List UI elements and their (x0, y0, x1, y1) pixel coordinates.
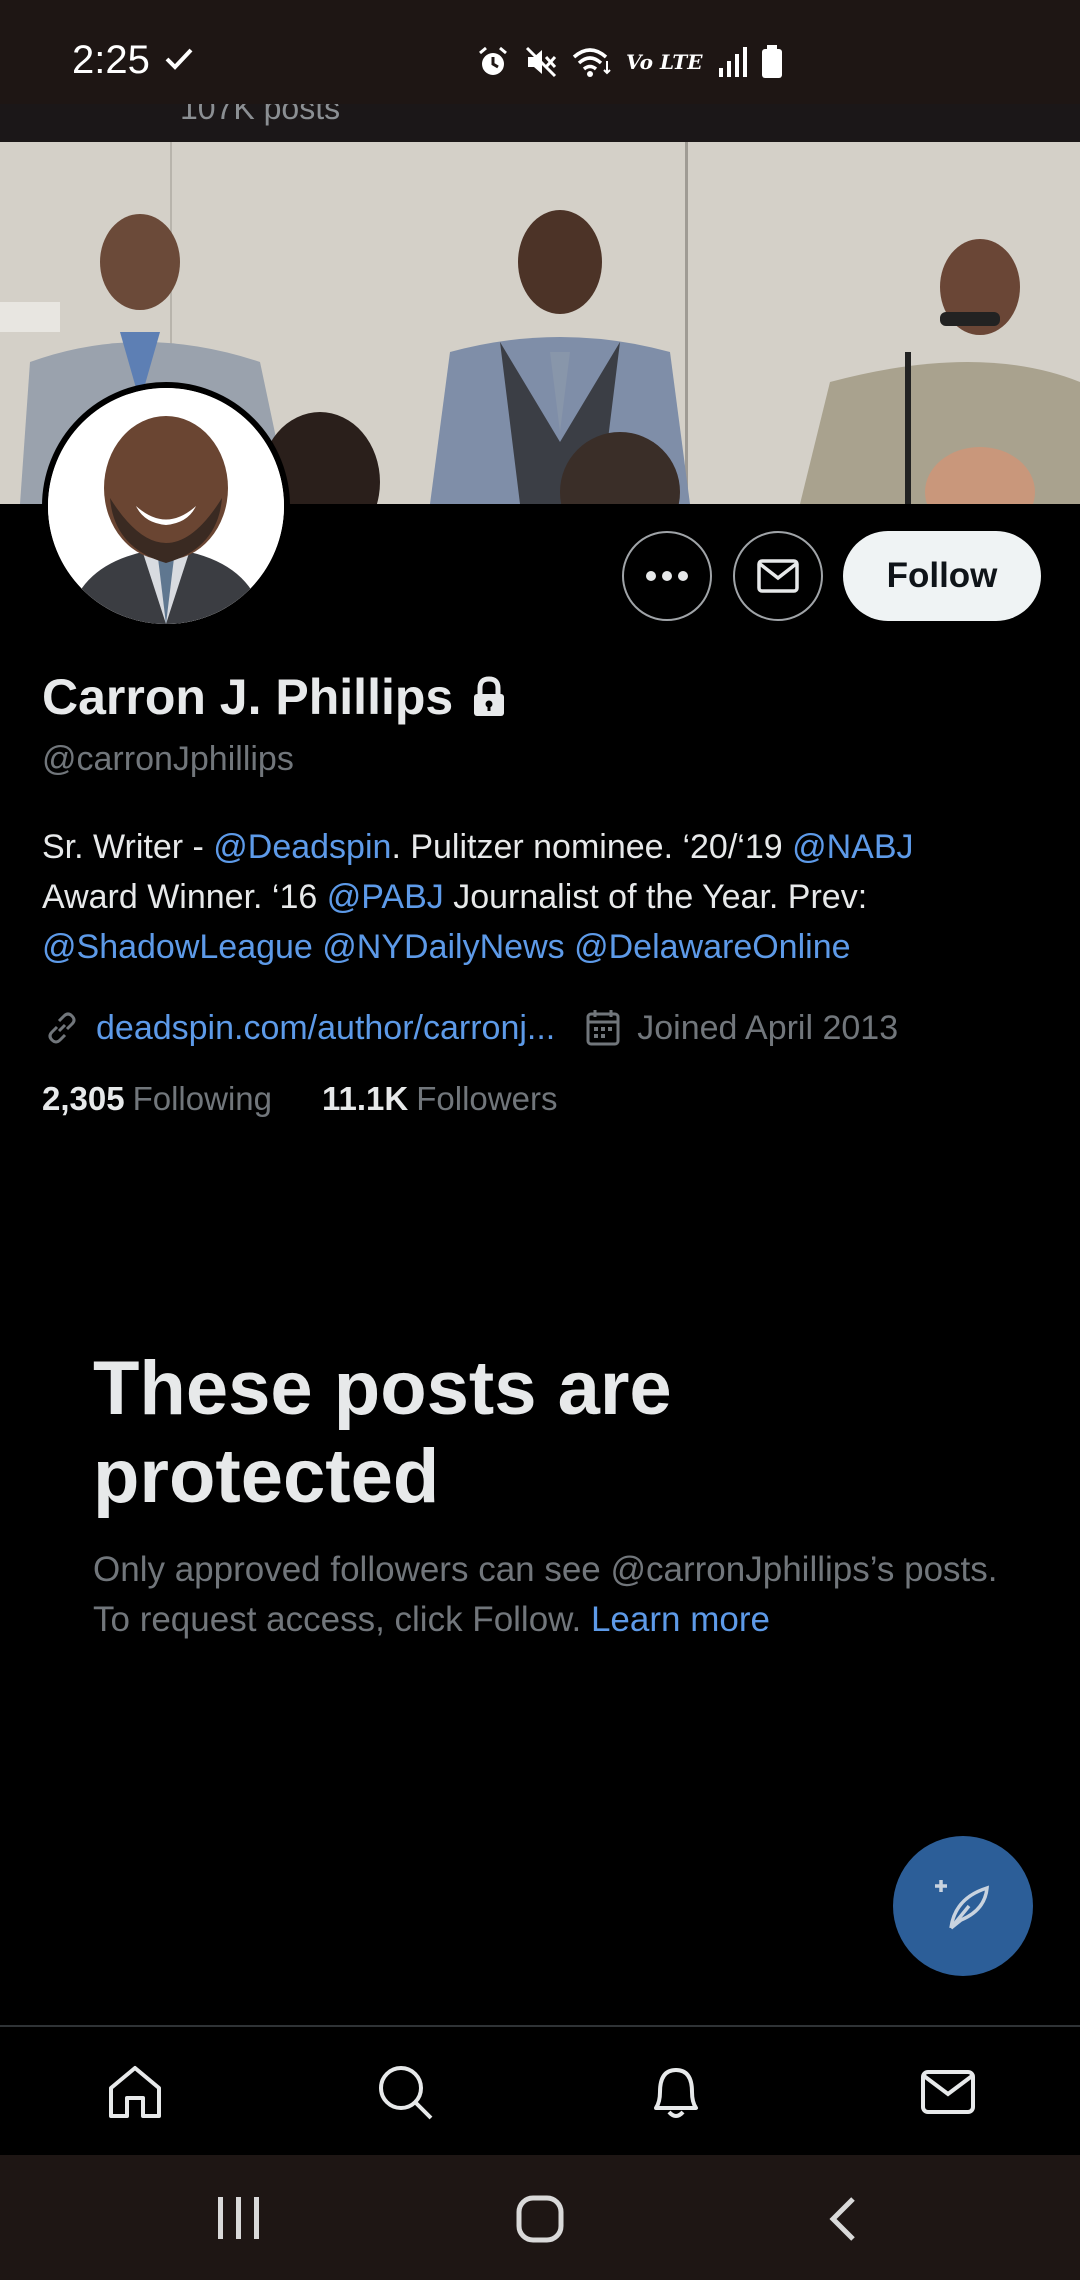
mention-link[interactable]: @DelawareOnline (574, 928, 850, 966)
avatar-image (48, 388, 284, 624)
followers-label: Followers (416, 1080, 558, 1117)
wifi-icon (572, 48, 611, 77)
followers-stat[interactable]: 11.1K Followers (322, 1080, 557, 1118)
mention-link[interactable]: @NABJ (792, 828, 913, 866)
battery-icon (761, 45, 782, 78)
compose-button[interactable] (893, 1836, 1033, 1976)
followers-count: 11.1K (322, 1080, 409, 1117)
back-icon[interactable] (826, 2195, 858, 2243)
message-button[interactable] (733, 531, 823, 621)
mute-icon (525, 46, 557, 78)
display-name: Carron J. Phillips (42, 669, 454, 725)
system-nav-bar (0, 2155, 1080, 2280)
calendar-icon (586, 1010, 620, 1046)
status-icons: Vo LTE (476, 42, 783, 82)
bio-line-1: Sr. Writer - @Deadspin. Pulitzer nominee… (42, 828, 914, 866)
messages-icon[interactable] (918, 2062, 978, 2122)
following-count: 2,305 (42, 1080, 125, 1117)
website-link[interactable]: deadspin.com/author/carronj... (96, 1009, 555, 1048)
status-time: 2:25 (72, 38, 150, 82)
more-options-button[interactable] (622, 531, 712, 621)
avatar[interactable] (42, 382, 290, 630)
recent-apps-icon[interactable] (214, 2195, 264, 2241)
search-icon[interactable] (375, 2062, 435, 2122)
signal-icon (718, 47, 747, 77)
lock-icon (474, 676, 505, 716)
volte-icon: Vo LTE (626, 50, 703, 74)
protected-title: These posts are protected (93, 1346, 672, 1519)
follow-button[interactable]: Follow (843, 531, 1041, 621)
profile-meta: deadspin.com/author/carronj... Joined Ap… (42, 1003, 898, 1053)
link-icon (48, 1012, 76, 1044)
bio: Sr. Writer - @Deadspin. Pulitzer nominee… (42, 822, 1042, 972)
follow-stats: 2,305 Following 11.1K Followers (42, 1080, 557, 1118)
mention-link[interactable]: @NYDailyNews (322, 928, 564, 966)
envelope-icon (757, 559, 799, 593)
home-button-icon[interactable] (516, 2195, 564, 2243)
display-name-row: Carron J. Phillips (42, 668, 507, 726)
compose-feather-icon (935, 1880, 989, 1930)
bio-line-2: Award Winner. ‘16 @PABJ Journalist of th… (42, 878, 868, 916)
following-label: Following (132, 1080, 272, 1117)
status-bar: 2:25 Vo LTE (0, 0, 1080, 104)
home-icon[interactable] (105, 2062, 165, 2122)
alarm-icon (479, 46, 507, 75)
bottom-nav (0, 2025, 1080, 2155)
posts-count: 107K posts (180, 104, 341, 126)
notifications-icon[interactable] (646, 2062, 706, 2122)
mention-link[interactable]: @PABJ (327, 878, 444, 916)
protected-description: Only approved followers can see @carronJ… (93, 1550, 998, 1639)
following-stat[interactable]: 2,305 Following (42, 1080, 272, 1118)
mention-link[interactable]: @ShadowLeague (42, 928, 313, 966)
mention-link[interactable]: @Deadspin (213, 828, 391, 866)
learn-more-link[interactable]: Learn more (591, 1600, 770, 1639)
joined-date: Joined April 2013 (637, 1008, 899, 1047)
check-icon (165, 48, 193, 70)
bio-line-3: @ShadowLeague @NYDailyNews @DelawareOnli… (42, 922, 1042, 972)
handle: @carronJphillips (42, 740, 294, 778)
profile-header-collapsed: 107K posts (0, 104, 1080, 142)
more-icon (646, 571, 688, 581)
